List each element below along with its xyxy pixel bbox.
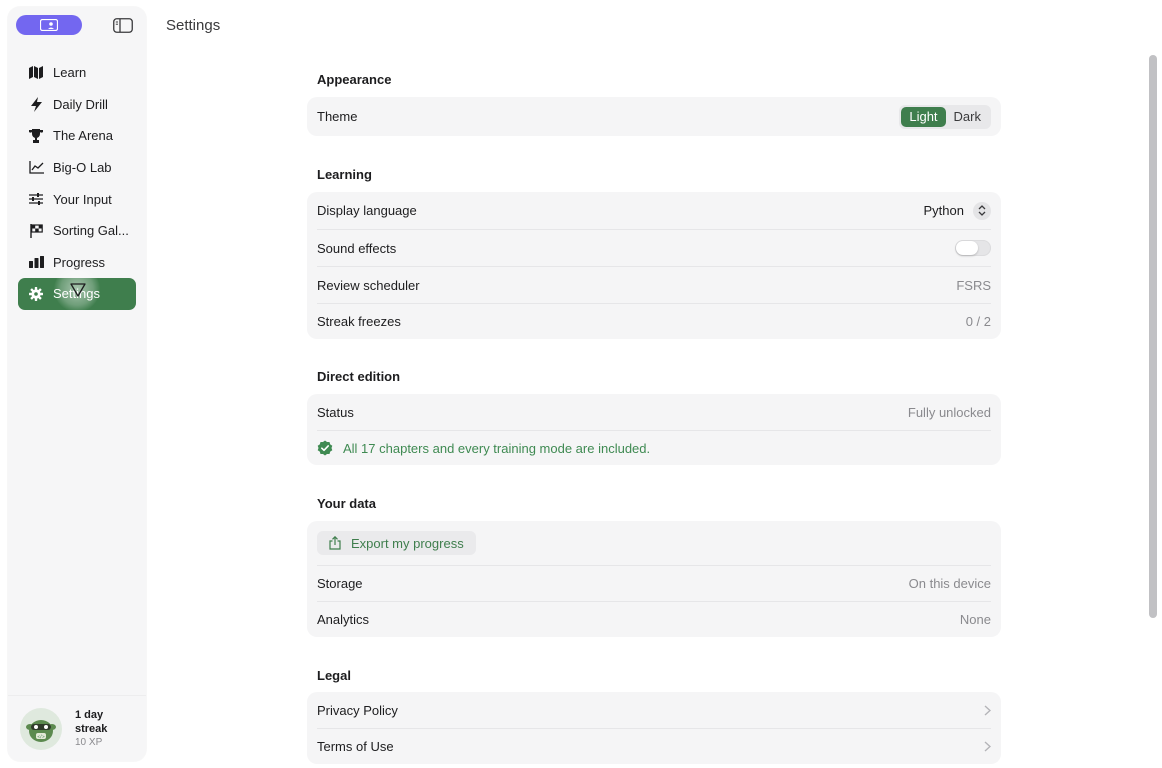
xp-count: 10 XP [75,736,103,748]
sidebar-item-label: Your Input [53,191,112,207]
chevron-right-icon [984,704,991,716]
export-progress-button[interactable]: Export my progress [317,531,476,555]
sidebar-item-big-o-lab[interactable]: Big-O Lab [18,152,136,184]
scrollbar[interactable] [1146,50,1160,750]
sidebar-item-label: The Arena [53,128,113,144]
direct-edition-card: Status Fully unlocked All 17 chapters an… [307,394,1001,465]
storage-label: Storage [317,576,363,591]
bolt-icon [28,96,44,112]
sidebar-item-the-arena[interactable]: The Arena [18,120,136,152]
gear-icon [28,286,44,302]
storage-value: On this device [908,576,991,591]
sidebar-item-label: Learn [53,65,87,81]
privacy-policy-row[interactable]: Privacy Policy [317,692,991,728]
map-icon [28,65,44,81]
sidebar-item-daily-drill[interactable]: Daily Drill [18,89,136,121]
avatar: </> [20,707,62,750]
sidebar-nav: Learn Daily Drill The Arena Big-O Lab Yo… [18,57,136,310]
export-row: Export my progress [317,521,991,565]
scrollbar-thumb[interactable] [1149,55,1157,618]
appearance-card: Theme Light Dark [307,97,1001,136]
chevron-up-down-icon [973,201,991,220]
analytics-value: None [959,612,991,627]
review-scheduler-label: Review scheduler [317,277,420,293]
privacy-policy-label: Privacy Policy [317,702,398,718]
unlock-note-row: All 17 chapters and every training mode … [317,430,991,465]
streak-freezes-label: Streak freezes [317,314,401,329]
display-language-label: Display language [317,203,417,218]
theme-row: Theme Light Dark [317,97,991,136]
app-icon [40,19,58,31]
export-progress-label: Export my progress [351,535,464,551]
bar-chart-icon [28,254,44,270]
display-language-row: Display language Python [317,192,991,229]
your-data-section-title: Your data [317,496,376,511]
sound-effects-toggle[interactable] [955,240,991,256]
sidebar-item-your-input[interactable]: Your Input [18,183,136,215]
streak-freezes-value: 0 / 2 [965,314,991,329]
sound-effects-label: Sound effects [317,240,397,256]
sliders-icon [28,191,44,207]
sidebar-item-label: Sorting Gal... [53,223,129,239]
theme-label: Theme [317,109,358,124]
sidebar-item-learn[interactable]: Learn [18,57,136,89]
streak-info: 1 day streak 10 XP [75,708,121,750]
sidebar-toggle-button[interactable] [112,16,134,34]
analytics-label: Analytics [317,612,370,627]
streak-summary[interactable]: </> 1 day streak 10 XP [8,695,146,761]
review-scheduler-row: Review scheduler FSRS [317,266,991,303]
theme-segmented-control: Light Dark [899,104,991,129]
app-switcher-button[interactable] [16,15,82,35]
status-label: Status [317,404,354,420]
sound-effects-row: Sound effects [317,229,991,266]
unlock-note-text: All 17 chapters and every training mode … [343,440,651,456]
verified-check-icon [317,440,333,456]
mascot-icon: </> [26,719,56,742]
sidebar-toggle-icon [113,17,133,33]
streak-freezes-row: Streak freezes 0 / 2 [317,303,991,339]
review-scheduler-value: FSRS [956,277,991,293]
display-language-select[interactable]: Python [923,201,991,220]
toggle-knob [956,241,978,255]
chart-line-icon [28,160,44,176]
learning-card: Display language Python Sound effects Re… [307,192,1001,339]
theme-dark-option[interactable]: Dark [946,107,989,127]
learning-section-title: Learning [317,167,372,182]
sidebar-item-sorting-gallery[interactable]: Sorting Gal... [18,215,136,247]
svg-text:</>: </> [37,734,45,739]
theme-light-option[interactable]: Light [901,106,946,127]
appearance-section-title: Appearance [317,72,392,87]
status-value: Fully unlocked [907,404,991,420]
legal-section-title: Legal [317,668,351,683]
flag-icon [28,223,44,239]
status-row: Status Fully unlocked [317,394,991,430]
your-data-card: Export my progress Storage On this devic… [307,521,1001,637]
sidebar-top [16,15,138,37]
direct-edition-section-title: Direct edition [317,369,401,384]
sidebar-item-label: Big-O Lab [53,160,112,176]
sidebar-item-label: Daily Drill [53,96,108,112]
legal-card: Privacy Policy Terms of Use [307,692,1001,764]
unlock-note: All 17 chapters and every training mode … [317,440,650,456]
streak-count: 1 day streak [75,708,108,735]
sidebar-item-label: Settings [53,286,100,302]
analytics-row: Analytics None [317,601,991,637]
terms-of-use-row[interactable]: Terms of Use [317,728,991,764]
sidebar-item-label: Progress [53,254,106,270]
sidebar-item-settings[interactable]: Settings [18,278,136,310]
share-icon [329,536,341,550]
trophy-icon [28,128,44,144]
storage-row: Storage On this device [317,565,991,601]
page-title: Settings [166,17,221,34]
sidebar: Learn Daily Drill The Arena Big-O Lab Yo… [8,7,146,761]
sidebar-item-progress[interactable]: Progress [18,247,136,279]
display-language-value: Python [923,203,964,218]
terms-of-use-label: Terms of Use [317,739,394,754]
chevron-right-icon [984,741,991,752]
